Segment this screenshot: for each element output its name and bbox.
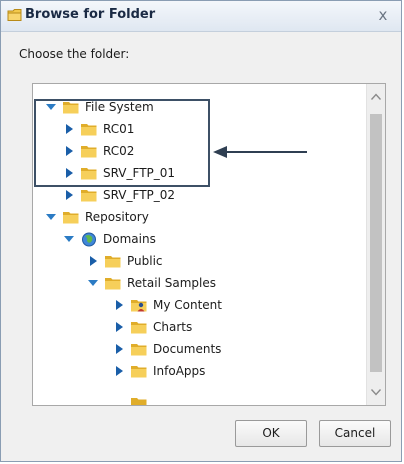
chevron-down-icon[interactable] <box>45 211 57 223</box>
chevron-down-icon[interactable] <box>45 101 57 113</box>
tree-item-my-content[interactable]: My Content <box>113 294 222 316</box>
tree-item-label: Domains <box>103 232 156 246</box>
scroll-down-arrow-icon[interactable] <box>370 387 382 397</box>
tree-item-documents[interactable]: Documents <box>113 338 221 360</box>
chevron-right-icon[interactable] <box>113 299 125 311</box>
tree-item-label: My Content <box>153 298 222 312</box>
chevron-right-icon[interactable] <box>63 145 75 157</box>
tree-item-label: File System <box>85 100 154 114</box>
folder-icon <box>105 277 121 289</box>
chevron-right-icon[interactable] <box>113 343 125 355</box>
tree-item-label: SRV_FTP_01 <box>103 166 176 180</box>
folder-icon <box>81 145 97 157</box>
tree-item-label: SRV_FTP_02 <box>103 188 176 202</box>
chevron-right-icon[interactable] <box>113 321 125 333</box>
tree-item-label: Charts <box>153 320 193 334</box>
user-folder-icon <box>131 299 147 311</box>
tree-item-file-system[interactable]: File System <box>45 96 154 118</box>
folder-tree[interactable]: File System RC01 RC02 SRV_FTP_01 SRV_FTP… <box>32 83 386 406</box>
tree-item-charts[interactable]: Charts <box>113 316 192 338</box>
folder-icon <box>7 9 22 21</box>
close-button[interactable]: x <box>375 6 391 24</box>
tree-item-label: RC01 <box>103 122 135 136</box>
tree-item-label: RC02 <box>103 144 135 158</box>
tree-item-label: Retail Samples <box>127 276 216 290</box>
folder-icon <box>63 211 79 223</box>
chevron-right-icon[interactable] <box>87 255 99 267</box>
tree-item-srv-ftp-02[interactable]: SRV_FTP_02 <box>63 184 175 206</box>
window-title: Browse for Folder <box>25 7 156 22</box>
folder-icon <box>131 343 147 355</box>
tree-item-rc02[interactable]: RC02 <box>63 140 134 162</box>
tree-item-label: Public <box>127 254 163 268</box>
globe-icon <box>82 232 96 246</box>
folder-icon <box>105 255 121 267</box>
chevron-right-icon[interactable] <box>63 123 75 135</box>
annotation-arrow-icon <box>213 146 307 158</box>
vertical-scrollbar[interactable] <box>366 84 385 405</box>
chevron-down-icon[interactable] <box>63 233 75 245</box>
cancel-button[interactable]: Cancel <box>319 420 391 447</box>
chevron-right-icon[interactable] <box>113 365 125 377</box>
tree-item-label: InfoApps <box>153 364 206 378</box>
tree-item-public[interactable]: Public <box>87 250 163 272</box>
chevron-right-icon[interactable] <box>63 189 75 201</box>
folder-icon <box>81 167 97 179</box>
tree-item-rc01[interactable]: RC01 <box>63 118 134 140</box>
tree-item-repository[interactable]: Repository <box>45 206 149 228</box>
prompt-label: Choose the folder: <box>19 47 130 61</box>
folder-icon <box>81 189 97 201</box>
tree-item-label: Repository <box>85 210 149 224</box>
tree-item-retail-samples[interactable]: Retail Samples <box>87 272 216 294</box>
tree-item-srv-ftp-01[interactable]: SRV_FTP_01 <box>63 162 175 184</box>
folder-icon <box>63 101 79 113</box>
ok-button[interactable]: OK <box>235 420 307 447</box>
folder-icon <box>131 398 147 405</box>
folder-icon <box>131 321 147 333</box>
browse-for-folder-dialog: Browse for Folder x Choose the folder: F… <box>0 0 402 462</box>
chevron-down-icon[interactable] <box>87 277 99 289</box>
folder-icon <box>81 123 97 135</box>
scrollbar-thumb[interactable] <box>370 114 382 372</box>
tree-item-domains[interactable]: Domains <box>63 228 156 250</box>
tree-item-infoapps[interactable]: InfoApps <box>113 360 205 382</box>
scroll-up-arrow-icon[interactable] <box>370 92 382 102</box>
title-bar: Browse for Folder x <box>1 1 401 32</box>
tree-item-label: Documents <box>153 342 222 356</box>
folder-icon <box>131 365 147 377</box>
chevron-right-icon[interactable] <box>63 167 75 179</box>
